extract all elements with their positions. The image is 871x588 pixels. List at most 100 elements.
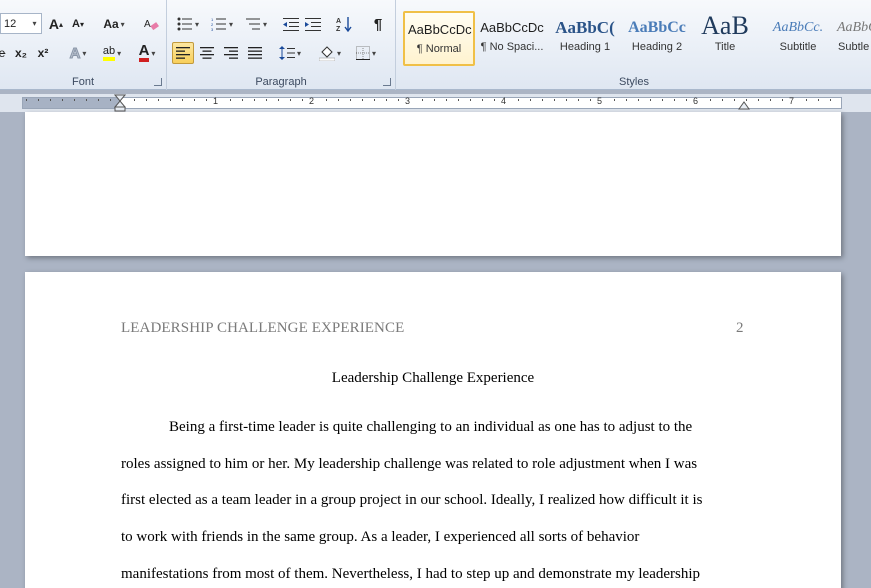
style-name: Heading 1 [559, 41, 611, 53]
ruler-tick [818, 99, 819, 101]
ruler-tick [590, 99, 591, 101]
change-case-button[interactable]: Aa [100, 13, 128, 35]
increase-indent-button[interactable] [303, 13, 323, 35]
ruler-tick [422, 99, 423, 101]
numbering-button[interactable]: 123 [207, 13, 237, 35]
document-area: LEADERSHIP CHALLENGE EXPERIENCE 2 Leader… [0, 112, 871, 588]
font-group: 12 ▾ A▴ A▾ Aa A e x₂ x² A ab A [0, 0, 167, 90]
ruler-tick [458, 99, 459, 101]
justify-button[interactable] [244, 42, 266, 64]
multilevel-list-icon [245, 18, 260, 30]
ruler-tick [734, 99, 735, 101]
superscript-button[interactable]: x² [34, 42, 52, 64]
style-name: ¶ Normal [416, 43, 462, 55]
ruler-tick [98, 99, 99, 101]
align-right-button[interactable] [220, 42, 242, 64]
style-heading-1[interactable]: AaBbC( Heading 1 [549, 11, 621, 66]
ruler-tick [86, 99, 87, 101]
ruler-tick [386, 99, 387, 101]
styles-group: AaBbCcDc ¶ Normal AaBbCcDc ¶ No Spaci...… [397, 0, 871, 90]
shrink-font-button[interactable]: A ▾ [68, 13, 88, 35]
font-size-combobox[interactable]: 12 ▾ [0, 13, 42, 34]
ruler-track [22, 97, 842, 109]
style-sample: AaB [701, 11, 749, 40]
ruler-tick [494, 99, 495, 101]
body-line: to work with friends in the same group. … [121, 529, 640, 545]
caret-up-icon: ▴ [59, 19, 64, 29]
body-line: first elected as a team leader in a grou… [121, 492, 703, 508]
ruler-tick [554, 99, 555, 101]
paragraph-dialog-launcher-icon[interactable] [383, 78, 391, 86]
shading-button[interactable] [315, 42, 345, 64]
style-subtle[interactable]: AaBbCc Subtle [834, 11, 871, 66]
sort-icon: AZ [336, 17, 352, 32]
ruler-tick [230, 99, 231, 101]
font-color-button[interactable]: A [132, 42, 162, 64]
ruler-tick [74, 99, 75, 101]
text-effects-button[interactable]: A [64, 42, 92, 64]
font-color-icon: A [138, 43, 150, 62]
style-normal[interactable]: AaBbCcDc ¶ Normal [403, 11, 475, 66]
highlight-button[interactable]: ab [96, 42, 128, 64]
ruler-tick [110, 99, 111, 101]
style-sample: AaBbCc [628, 19, 686, 36]
svg-text:3: 3 [211, 27, 214, 31]
ruler-tick [326, 99, 327, 101]
align-center-icon [200, 47, 214, 59]
bullets-button[interactable] [173, 13, 203, 35]
borders-button[interactable] [351, 42, 381, 64]
ruler-number: 5 [597, 96, 603, 106]
right-indent-marker-icon[interactable] [738, 101, 750, 110]
ruler-tick [158, 99, 159, 101]
style-sample: AaBbCcDc [480, 20, 544, 35]
page-1[interactable] [25, 112, 841, 256]
ruler-tick [146, 99, 147, 101]
ruler-tick [170, 99, 171, 101]
ruler-tick [470, 99, 471, 101]
align-center-button[interactable] [196, 42, 218, 64]
styles-group-label: Styles [619, 76, 649, 88]
grow-font-button[interactable]: A ▴ [46, 13, 66, 35]
line-spacing-button[interactable] [275, 42, 305, 64]
indent-marker-icon[interactable] [114, 94, 126, 112]
style-heading-2[interactable]: AaBbCc Heading 2 [621, 11, 693, 66]
bullets-icon [177, 17, 192, 31]
strikethrough-button[interactable]: e [0, 42, 8, 64]
clear-formatting-button[interactable]: A [140, 13, 162, 35]
highlighter-icon: ab [102, 45, 116, 61]
sort-button[interactable]: AZ [333, 13, 355, 35]
style-subtitle[interactable]: AaBbCc. Subtitle [762, 11, 834, 66]
ruler-tick [650, 99, 651, 101]
ruler-tick [338, 99, 339, 101]
ruler-tick [242, 99, 243, 101]
page-2[interactable]: LEADERSHIP CHALLENGE EXPERIENCE 2 Leader… [25, 272, 841, 588]
ruler-tick [542, 99, 543, 101]
ruler-tick [530, 99, 531, 101]
decrease-indent-button[interactable] [281, 13, 301, 35]
align-left-button[interactable] [172, 42, 194, 64]
font-group-label: Font [71, 76, 94, 88]
style-name: ¶ No Spaci... [480, 41, 544, 53]
clear-formatting-icon: A [144, 19, 159, 31]
style-no-spacing[interactable]: AaBbCcDc ¶ No Spaci... [476, 11, 548, 66]
increase-indent-icon [305, 18, 321, 31]
page-header-title: LEADERSHIP CHALLENGE EXPERIENCE [121, 320, 405, 336]
show-hide-formatting-button[interactable]: ¶ [367, 13, 389, 35]
ruler-tick [290, 99, 291, 101]
font-dialog-launcher-icon[interactable] [154, 78, 162, 86]
ruler-tick [626, 99, 627, 101]
ruler-tick [830, 99, 831, 101]
document-title: Leadership Challenge Experience [331, 370, 535, 386]
subscript-button[interactable]: x₂ [12, 42, 30, 64]
multilevel-list-button[interactable] [241, 13, 271, 35]
strikethrough-icon: e [0, 46, 6, 60]
horizontal-ruler[interactable]: 1 2 3 4 5 6 7 [0, 94, 871, 112]
style-sample: AaBbCc. [772, 20, 824, 35]
ruler-tick [278, 99, 279, 101]
style-title[interactable]: AaB Title [689, 11, 761, 66]
page-number: 2 [736, 320, 744, 336]
ribbon: 12 ▾ A▴ A▾ Aa A e x₂ x² A ab A [0, 0, 871, 90]
caret-down-icon: ▾ [79, 19, 84, 29]
ruler-tick [434, 99, 435, 101]
chevron-down-icon[interactable]: ▾ [29, 15, 40, 32]
